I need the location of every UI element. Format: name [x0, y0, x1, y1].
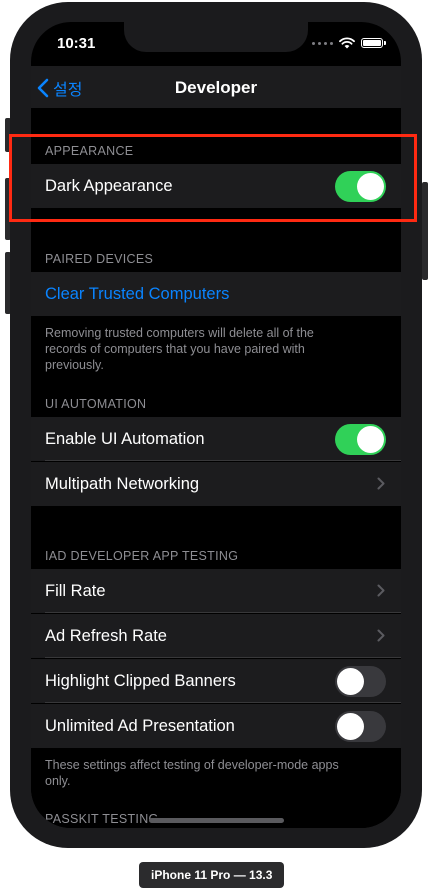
- navigation-bar: 설정 Developer: [31, 66, 401, 108]
- row-separator: [45, 702, 401, 703]
- section-header-paired-devices: PAIRED DEVICES: [45, 252, 154, 266]
- status-icons: [312, 37, 386, 49]
- unlimited-ad-presentation-toggle[interactable]: [335, 711, 386, 742]
- battery-icon: [361, 38, 386, 48]
- wifi-icon: [339, 37, 355, 49]
- unlimited-ad-presentation-label: Unlimited Ad Presentation: [45, 717, 235, 735]
- enable-ui-automation-row: Enable UI Automation: [31, 417, 401, 461]
- section-header-passkit-testing: PASSKIT TESTING: [45, 812, 159, 826]
- enable-ui-automation-toggle[interactable]: [335, 424, 386, 455]
- highlight-clipped-banners-toggle[interactable]: [335, 666, 386, 697]
- section-header-ui-automation: UI AUTOMATION: [45, 397, 147, 411]
- highlight-clipped-banners-label: Highlight Clipped Banners: [45, 672, 236, 690]
- home-indicator: [149, 818, 284, 823]
- highlight-clipped-banners-row: Highlight Clipped Banners: [31, 659, 401, 703]
- row-separator: [45, 657, 401, 658]
- toggle-knob: [337, 668, 364, 695]
- paired-devices-footer: Removing trusted computers will delete a…: [45, 326, 314, 372]
- row-separator: [45, 612, 401, 613]
- multipath-networking-label: Multipath Networking: [45, 475, 200, 493]
- phone-frame: 10:31 설정 Developer APPEARANCE Dark Appea…: [10, 2, 422, 848]
- status-time: 10:31: [57, 35, 96, 52]
- cellular-signal-icon: [312, 41, 333, 45]
- toggle-knob: [357, 426, 384, 453]
- unlimited-ad-presentation-row: Unlimited Ad Presentation: [31, 704, 401, 748]
- power-button: [422, 182, 428, 280]
- clear-trusted-computers-row[interactable]: Clear Trusted Computers: [31, 272, 401, 316]
- ad-refresh-rate-row[interactable]: Ad Refresh Rate: [31, 614, 401, 658]
- device-caption: iPhone 11 Pro — 13.3: [139, 862, 285, 888]
- enable-ui-automation-label: Enable UI Automation: [45, 430, 205, 448]
- ad-refresh-rate-label: Ad Refresh Rate: [45, 627, 167, 645]
- notch: [124, 22, 308, 52]
- chevron-right-icon: [377, 629, 385, 642]
- section-header-iad-testing: IAD DEVELOPER APP TESTING: [45, 549, 239, 563]
- multipath-networking-row[interactable]: Multipath Networking: [31, 462, 401, 506]
- chevron-right-icon: [377, 477, 385, 490]
- row-separator: [45, 460, 401, 461]
- page-title: Developer: [174, 78, 258, 97]
- toggle-knob: [337, 713, 364, 740]
- annotation-highlight-box: [9, 134, 417, 222]
- iad-testing-footer: These settings affect testing of develop…: [45, 758, 339, 788]
- fill-rate-label: Fill Rate: [45, 582, 106, 600]
- chevron-right-icon: [377, 584, 385, 597]
- fill-rate-row[interactable]: Fill Rate: [31, 569, 401, 613]
- clear-trusted-computers-button[interactable]: Clear Trusted Computers: [45, 285, 229, 304]
